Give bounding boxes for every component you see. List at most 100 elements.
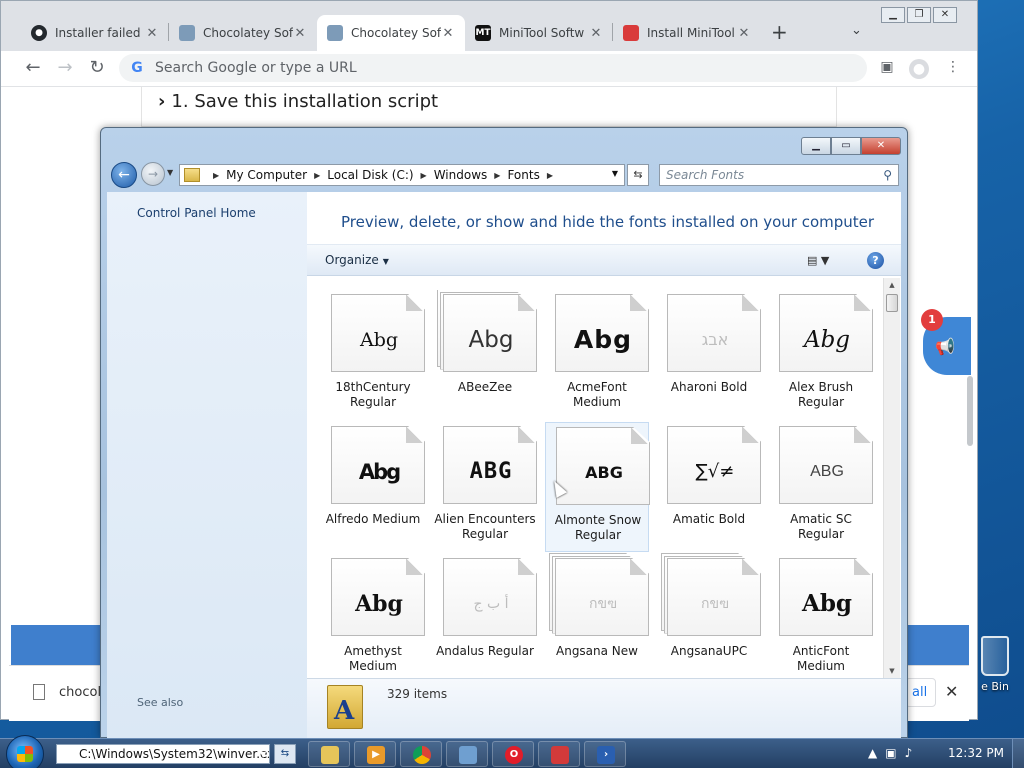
font-item[interactable]: กขฃ AngsanaUPC [657,553,761,684]
download-item[interactable]: chocola [33,684,109,700]
network-icon[interactable]: ▣ [885,746,904,760]
tab-chocolatey-2[interactable]: Chocolatey Sof ✕ [317,15,465,51]
tab-chocolatey-1[interactable]: Chocolatey Sof ✕ [169,15,317,51]
chevron-down-icon: ▼ [382,257,389,266]
chevron-down-icon[interactable]: ▼ [260,750,266,759]
font-list-scrollbar[interactable]: ▲ ▼ [883,278,900,678]
font-item[interactable]: Abg Alex Brush Regular [769,290,873,420]
font-item[interactable]: אבג Aharoni Bold [657,290,761,420]
scroll-up-icon[interactable]: ▲ [884,278,900,292]
font-item[interactable]: กขฃ Angsana New [545,553,649,684]
taskbar-minitool[interactable] [538,741,580,767]
maximize-icon[interactable]: ▭ [831,137,861,155]
chevron-right-icon[interactable]: ▶ [547,171,553,180]
close-icon[interactable]: ✕ [293,26,307,41]
menu-kebab-icon[interactable]: ⋮ [943,59,963,79]
minitool-icon [551,746,569,764]
forward-icon[interactable]: → [141,162,165,186]
search-fonts-input[interactable]: Search Fonts ⚲ [659,164,899,186]
font-file-icon: Abg [437,290,537,372]
font-item[interactable]: ABG Alien Encounters Regular [433,422,537,552]
font-item[interactable]: ∑√≠ Amatic Bold [657,422,761,552]
font-item[interactable]: Abg AcmeFont Medium [545,290,649,420]
recent-pages-icon[interactable]: ▼ [167,168,173,177]
font-sample: أ ب ج [473,596,509,612]
show-desktop-button[interactable] [1012,739,1024,768]
view-options-button[interactable]: ▤ ▼ [807,254,829,267]
minimize-icon[interactable]: ▁ [801,137,831,155]
run-address-input[interactable]: C:\Windows\System32\winver.ex [56,744,270,764]
tab-github[interactable]: ● Installer failed b ✕ [21,15,169,51]
font-item[interactable]: أ ب ج Andalus Regular [433,554,537,684]
chocolatey-icon [179,25,195,41]
forward-icon[interactable]: → [53,57,77,81]
browser-toolbar: ← → ↻ G Search Google or type a URL ▣ ● … [1,51,977,87]
font-item[interactable]: Abg Amethyst Medium [321,554,425,684]
powershell-icon: › [597,746,615,764]
chevron-right-icon[interactable]: ▶ [213,171,219,180]
taskbar-control-panel[interactable] [446,741,488,767]
tab-minitool[interactable]: MT MiniTool Softw ✕ [465,15,613,51]
tab-search-button[interactable]: ⌄ [851,23,862,38]
tab-title: Chocolatey Sof [203,26,293,40]
refresh-icon[interactable]: ⇆ [627,164,649,186]
page-scrollbar[interactable] [967,376,973,446]
breadcrumb-my-computer[interactable]: My Computer [226,168,307,182]
address-bar[interactable]: ▶ My Computer ▶ Local Disk (C:) ▶ Window… [179,164,625,186]
profile-avatar[interactable]: ● [909,59,929,79]
organize-button[interactable]: Organize ▼ [325,253,389,267]
section-heading[interactable]: › 1. Save this installation script [158,91,438,112]
font-file-icon: Abg [555,294,649,372]
breadcrumb-windows[interactable]: Windows [434,168,488,182]
clock[interactable]: 12:32 PM [948,746,1004,760]
tab-install-minitool[interactable]: Install MiniTool ✕ [613,15,761,51]
close-icon[interactable]: ✕ [589,26,603,41]
volume-icon[interactable]: ♪ [905,746,921,760]
announcement-widget[interactable]: 📢 1 [921,309,971,375]
back-icon[interactable]: ← [111,162,137,188]
help-icon[interactable]: ? [867,252,884,269]
close-icon[interactable]: ✕ [145,26,159,41]
close-icon[interactable]: ✕ [441,26,455,41]
close-icon[interactable]: ✕ [861,137,901,155]
breadcrumb-local-disk[interactable]: Local Disk (C:) [327,168,413,182]
show-hidden-icons-icon[interactable]: ▲ [868,746,885,760]
chevron-right-icon[interactable]: ▶ [421,171,427,180]
font-item[interactable]: Abg Alfredo Medium [321,422,425,552]
go-icon[interactable]: ⇆ [274,744,296,764]
search-placeholder: Search Fonts [666,168,745,182]
show-all-button[interactable]: all [905,678,937,707]
new-tab-button[interactable]: + [771,21,788,43]
close-icon[interactable]: ✕ [737,26,751,41]
chevron-down-icon[interactable]: ▼ [612,169,618,178]
restore-icon[interactable]: ❐ [907,7,931,23]
font-name: Amatic SC Regular [790,512,852,541]
system-tray[interactable]: ▲▣♪ [868,746,920,760]
close-icon[interactable]: ✕ [933,7,957,23]
side-panel-icon[interactable]: ▣ [877,59,897,79]
breadcrumb-fonts[interactable]: Fonts [507,168,539,182]
font-item[interactable]: Abg 18thCentury Regular [321,290,425,420]
scroll-thumb[interactable] [886,294,898,312]
minimize-icon[interactable]: ▁ [881,7,905,23]
control-panel-home-link[interactable]: Control Panel Home [137,206,256,220]
font-item[interactable]: ABG Amatic SC Regular [769,422,873,552]
taskbar-chrome[interactable] [400,741,442,767]
back-icon[interactable]: ← [21,57,45,81]
font-item[interactable]: Abg AnticFont Medium [769,554,873,684]
taskbar-explorer[interactable] [308,741,350,767]
close-icon[interactable]: ✕ [945,682,958,701]
address-bar[interactable]: G Search Google or type a URL [119,54,867,82]
taskbar-opera[interactable]: O [492,741,534,767]
fonts-explorer-window: ▁ ▭ ✕ ← → ▼ ▶ My Computer ▶ Local Disk (… [100,127,908,739]
font-item[interactable]: Abg ABeeZee [433,290,537,420]
search-icon[interactable]: ⚲ [883,165,892,185]
chevron-right-icon[interactable]: ▶ [314,171,320,180]
taskbar-media-player[interactable]: ▶ [354,741,396,767]
font-name: Amethyst Medium [344,644,402,673]
chevron-right-icon[interactable]: ▶ [494,171,500,180]
start-button[interactable] [6,735,44,768]
taskbar-powershell[interactable]: › [584,741,626,767]
scroll-down-icon[interactable]: ▼ [884,664,900,678]
reload-icon[interactable]: ↻ [85,57,109,81]
